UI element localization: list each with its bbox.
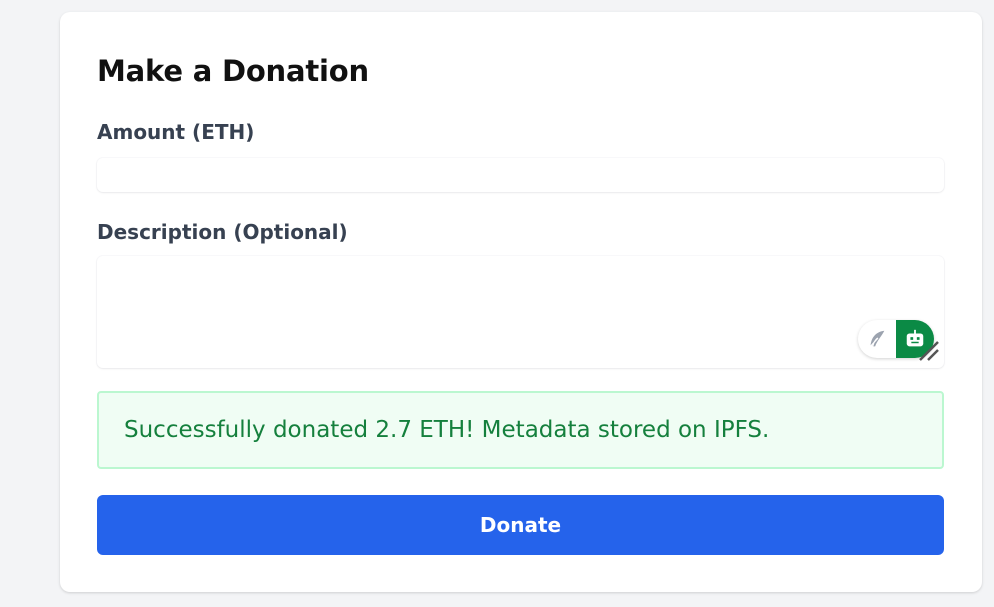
description-label: Description (Optional) — [97, 220, 348, 244]
amount-label: Amount (ETH) — [97, 120, 255, 144]
donate-button[interactable]: Donate — [97, 495, 944, 555]
resize-handle-icon[interactable] — [916, 338, 942, 364]
feather-icon[interactable] — [858, 320, 896, 358]
success-alert: Successfully donated 2.7 ETH! Metadata s… — [97, 391, 944, 469]
description-textarea[interactable] — [97, 256, 944, 368]
donation-card: Make a Donation Amount (ETH) Description… — [60, 12, 982, 592]
page-title: Make a Donation — [97, 54, 369, 88]
success-message: Successfully donated 2.7 ETH! Metadata s… — [124, 417, 770, 443]
amount-input[interactable] — [97, 158, 944, 192]
